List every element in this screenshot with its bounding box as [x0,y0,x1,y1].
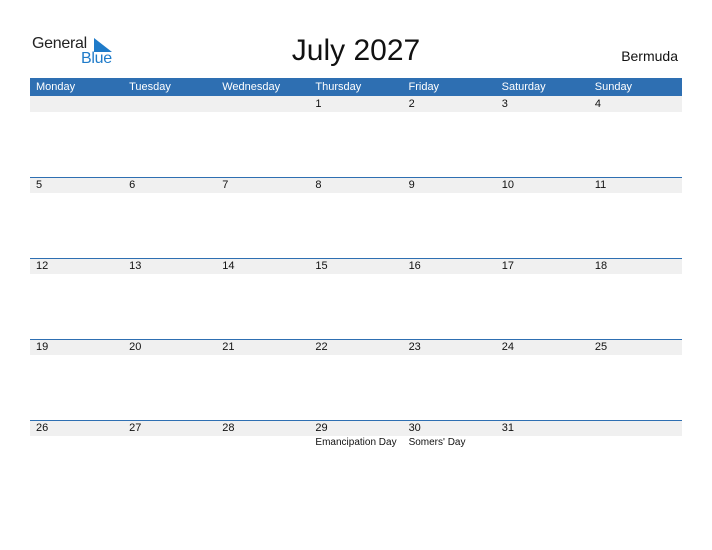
day-number: 30 [408,422,421,434]
day-cell: 30 Somers' Day [403,420,496,501]
day-cell: 15 [309,258,402,339]
week-row: 19 20 21 22 23 24 25 [30,339,682,420]
day-cell: 1 [309,96,402,177]
day-cell: 22 [309,339,402,420]
day-number: 21 [222,341,235,353]
day-number: 4 [594,98,601,110]
day-number: 14 [222,260,235,272]
day-number: 26 [36,422,49,434]
day-cell [123,96,216,177]
holiday-label: Somers' Day [408,437,466,448]
day-cell: 21 [216,339,309,420]
day-number: 16 [408,260,421,272]
weekday-tuesday: Tuesday [129,81,171,93]
day-number: 18 [594,260,608,272]
day-number: 15 [315,260,328,272]
day-number: 19 [36,341,49,353]
day-number: 2 [408,98,415,110]
day-number: 7 [222,179,229,191]
day-cell: 16 [403,258,496,339]
day-number: 31 [501,422,514,434]
day-cell: 25 [589,339,682,420]
weekday-saturday: Saturday [501,81,546,93]
week-row: 12 13 14 15 16 17 18 [30,258,682,339]
day-cell: 9 [403,177,496,258]
weekday-wednesday: Wednesday [222,81,281,93]
day-cell [30,96,123,177]
day-cell: 27 [123,420,216,501]
day-number: 9 [408,179,415,191]
day-number: 13 [129,260,142,272]
day-cell: 20 [123,339,216,420]
day-cell: 13 [123,258,216,339]
day-number: 3 [501,98,508,110]
day-number: 22 [315,341,328,353]
weekday-thursday: Thursday [315,81,362,93]
holiday-label: Emancipation Day [315,437,397,448]
day-number: 28 [222,422,235,434]
day-number: 24 [501,341,514,353]
calendar-title: July 2027 [291,34,421,67]
day-cell: 19 [30,339,123,420]
day-cell [589,420,682,501]
day-cell: 8 [309,177,402,258]
day-cell: 4 [589,96,682,177]
day-cell: 5 [30,177,123,258]
day-cell: 26 [30,420,123,501]
day-cell: 14 [216,258,309,339]
day-number: 17 [501,260,514,272]
day-cell: 7 [216,177,309,258]
day-number: 1 [315,98,322,110]
day-cell: 11 [589,177,682,258]
day-cell: 28 [216,420,309,501]
day-cell: 24 [496,339,589,420]
weekday-monday: Monday [36,81,76,93]
day-cell: 6 [123,177,216,258]
day-cell: 17 [496,258,589,339]
day-number: 5 [36,179,43,191]
day-number: 23 [408,341,421,353]
day-number: 27 [129,422,142,434]
day-cell: 10 [496,177,589,258]
day-number: 29 [315,422,328,434]
day-number: 11 [594,179,607,191]
day-cell: 3 [496,96,589,177]
day-number: 20 [129,341,142,353]
day-number: 6 [129,179,136,191]
week-row: 5 6 7 8 9 10 11 [30,177,682,258]
day-cell: 23 [403,339,496,420]
week-row: 1 2 3 4 [30,96,682,177]
day-number: 8 [315,179,322,191]
day-cell: 12 [30,258,123,339]
week-row: 26 27 28 29 Emancipation Day 30 Somers' Day 31 [30,420,682,501]
country-label: Bermuda [621,48,678,64]
weekday-sunday: Sunday [594,81,633,93]
weekday-friday: Friday [408,81,440,93]
day-cell: 18 [589,258,682,339]
day-cell: 31 [496,420,589,501]
day-cell: 2 [403,96,496,177]
day-cell: 29 Emancipation Day [309,420,402,501]
day-number: 10 [501,179,514,191]
day-number: 12 [36,260,49,272]
weekday-header: Monday Tuesday Wednesday Thursday Friday… [30,78,682,96]
day-cell [216,96,309,177]
day-number: 25 [594,341,608,353]
